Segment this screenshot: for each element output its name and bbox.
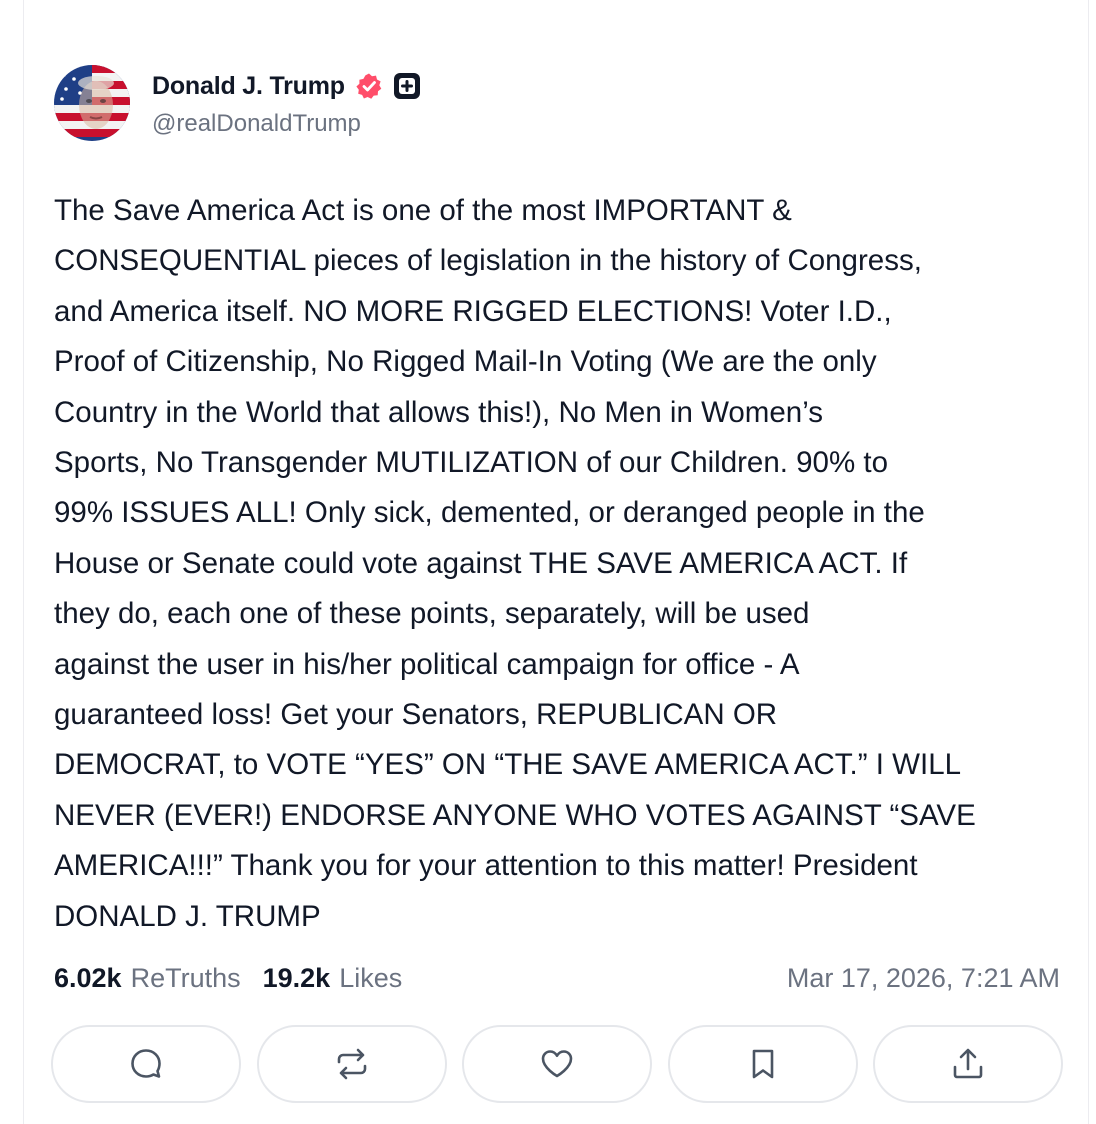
heart-icon	[541, 1050, 573, 1078]
retruths-count[interactable]: 6.02k	[54, 963, 122, 994]
post-body-text: The Save America Act is one of the most …	[54, 194, 976, 933]
author-row: Donald J. Trump	[152, 68, 421, 104]
share-button[interactable]	[873, 1025, 1063, 1103]
post-card: Donald J. Trump @realDonaldTrump The Sav…	[23, 0, 1089, 1124]
verified-badge-icon	[355, 72, 383, 100]
share-icon	[953, 1048, 983, 1079]
author-handle[interactable]: @realDonaldTrump	[152, 110, 361, 138]
post-stats: 6.02k ReTruths 19.2k Likes Mar 17, 2026,…	[54, 958, 1060, 998]
avatar[interactable]	[54, 65, 130, 141]
bookmark-button[interactable]	[667, 1025, 858, 1103]
truth-plus-icon	[393, 72, 421, 100]
likes-label[interactable]: Likes	[339, 963, 402, 994]
post-actions	[51, 1025, 1063, 1103]
retruth-button[interactable]	[256, 1025, 447, 1103]
bookmark-icon	[752, 1049, 773, 1079]
reply-button[interactable]	[51, 1025, 241, 1103]
author-display-name[interactable]: Donald J. Trump	[152, 72, 345, 101]
post-timestamp: Mar 17, 2026, 7:21 AM	[786, 962, 1060, 993]
reply-icon	[131, 1049, 161, 1078]
retruth-icon	[337, 1048, 366, 1080]
like-button[interactable]	[462, 1025, 652, 1103]
avatar-image	[54, 65, 130, 141]
likes-count[interactable]: 19.2k	[263, 963, 331, 994]
retruths-label[interactable]: ReTruths	[131, 963, 241, 994]
